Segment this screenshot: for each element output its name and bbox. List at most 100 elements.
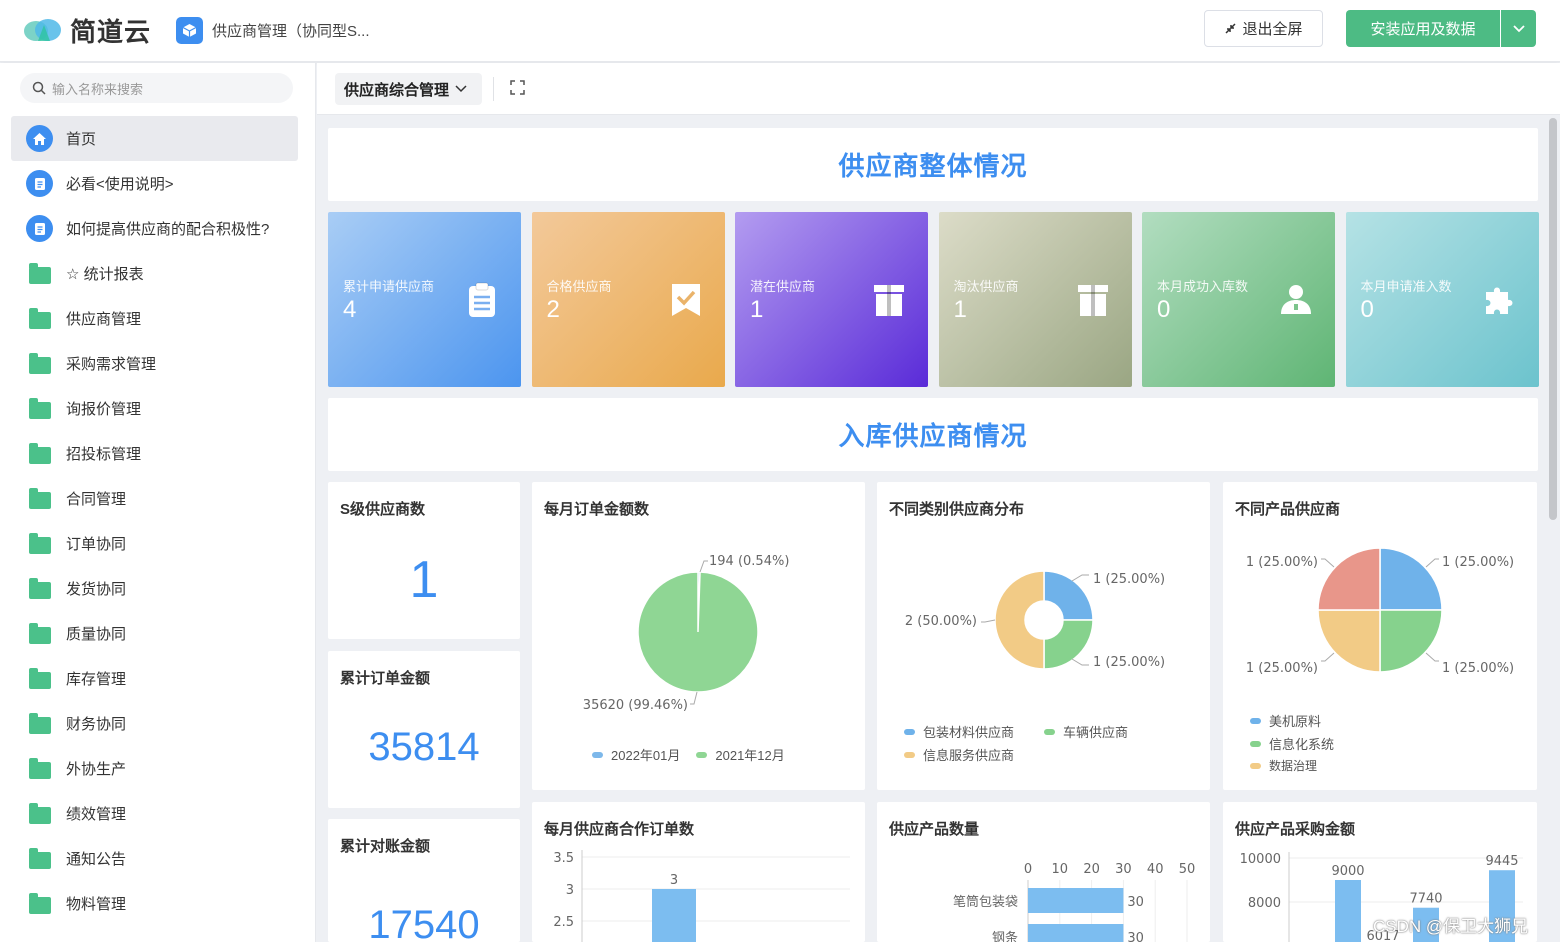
label-leader-line <box>690 691 698 705</box>
label-leader-line <box>1071 658 1089 666</box>
folder-icon <box>26 620 53 647</box>
folder-icon <box>26 350 53 377</box>
bar-value-label: 30 <box>1127 931 1144 942</box>
legend-label: 2022年01月 <box>611 748 681 763</box>
legend-label: 信息服务供应商 <box>923 748 1015 763</box>
stat-card-total-order[interactable]: 累计订单金额 35814 <box>328 651 520 808</box>
kpi-card[interactable]: 本月申请准入数 0 <box>1345 212 1539 387</box>
kpi-value: 0 <box>1157 296 1171 323</box>
x-tick-label: 20 <box>1083 862 1100 877</box>
stat-value: 1 <box>409 551 439 609</box>
content-scrollbar[interactable] <box>1549 118 1557 520</box>
sidebar-item-label: ☆ 统计报表 <box>66 266 144 283</box>
slice-label: 2 (50.00%) <box>905 614 977 629</box>
sidebar-item-label: 首页 <box>66 131 97 148</box>
sidebar-item[interactable]: 供应商管理 <box>11 296 298 341</box>
sidebar-item[interactable]: 询报价管理 <box>11 386 298 431</box>
sidebar-item[interactable]: 订单协同 <box>11 521 298 566</box>
bar-value-label: 9000 <box>1331 864 1364 879</box>
fullscreen-icon[interactable] <box>510 80 525 95</box>
label-leader-line <box>1321 558 1335 568</box>
stat-card-total-reconcile[interactable]: 累计对账金额 17540 <box>328 819 520 942</box>
sidebar-item-label: 物料管理 <box>66 896 127 913</box>
folder-icon <box>26 800 53 827</box>
legend-swatch <box>904 751 915 758</box>
kpi-card[interactable]: 合格供应商 2 <box>531 212 725 387</box>
document-icon <box>26 215 53 242</box>
install-dropdown-button[interactable] <box>1501 10 1536 47</box>
kpi-value: 1 <box>750 296 764 323</box>
bar <box>1028 924 1124 942</box>
sidebar-item-label: 绩效管理 <box>66 806 127 823</box>
folder-icon <box>26 305 53 332</box>
bar-value-label: 3 <box>670 873 678 888</box>
label-leader-line <box>1321 652 1335 662</box>
puzzle-icon <box>1480 280 1520 320</box>
sidebar-item[interactable]: 绩效管理 <box>11 791 298 836</box>
slice-label: 35620 (99.46%) <box>583 698 688 713</box>
chart-legend: 包装材料供应商 车辆供应商 <box>904 722 1128 741</box>
folder-icon <box>26 485 53 512</box>
exit-fullscreen-button[interactable]: 退出全屏 <box>1204 10 1323 47</box>
sidebar-item-label: 通知公告 <box>66 851 127 868</box>
app-title[interactable]: 供应商管理（协同型S... <box>212 20 370 41</box>
legend-label: 2021年12月 <box>715 748 785 763</box>
folder-icon <box>26 440 53 467</box>
chart-card-product-qty[interactable]: 供应产品数量 0 10 20 30 40 50 笔筒包装袋 30 钢条 30 <box>877 802 1210 942</box>
slice-label: 194 (0.54%) <box>709 554 789 569</box>
search-input[interactable]: 输入名称来搜索 <box>20 73 293 103</box>
sidebar-item[interactable]: 发货协同 <box>11 566 298 611</box>
dashboard-select[interactable]: 供应商综合管理 <box>335 73 482 105</box>
sidebar-item[interactable]: 质量协同 <box>11 611 298 656</box>
app-icon <box>176 17 203 44</box>
y-tick-label: 8000 <box>1248 896 1281 911</box>
kpi-card[interactable]: 本月成功入库数 0 <box>1142 212 1335 387</box>
kpi-label: 本月申请准入数 <box>1360 279 1452 294</box>
stat-card-s-level[interactable]: S级供应商数 1 <box>328 482 520 639</box>
gift-icon <box>1073 280 1113 320</box>
chart-card-category-dist[interactable]: 不同类别供应商分布 1 (25.00%) 1 (25.00%) 2 (50.00%)… <box>877 482 1210 790</box>
sidebar-item[interactable]: 如何提高供应商的配合积极性? <box>11 206 298 251</box>
stat-value: 17540 <box>368 903 480 942</box>
x-tick-label: 0 <box>1024 862 1032 877</box>
bar-value-label: 7740 <box>1409 892 1442 907</box>
sidebar-item[interactable]: 通知公告 <box>11 836 298 881</box>
clipboard-icon <box>462 280 502 320</box>
chart-title: 不同产品供应商 <box>1235 501 1341 518</box>
chart-card-monthly-coop[interactable]: 每月供应商合作订单数 3.5 3 2.5 3 <box>532 802 865 942</box>
stat-title: S级供应商数 <box>340 501 426 518</box>
sidebar-item[interactable]: 外协生产 <box>11 746 298 791</box>
sidebar-item-label: 供应商管理 <box>66 311 142 328</box>
sidebar-item-label: 质量协同 <box>66 626 127 643</box>
kpi-card[interactable]: 累计申请供应商 4 <box>328 212 521 387</box>
sidebar-item[interactable]: 首页 <box>11 116 298 161</box>
user-icon <box>1276 280 1316 320</box>
sidebar-item[interactable]: 必看<使用说明> <box>11 161 298 206</box>
sidebar-item-label: 招投标管理 <box>66 446 142 463</box>
kpi-card[interactable]: 淘汰供应商 1 <box>938 212 1132 387</box>
chevron-down-icon <box>455 85 467 93</box>
sidebar-item[interactable]: 合同管理 <box>11 476 298 521</box>
search-placeholder: 输入名称来搜索 <box>52 81 144 97</box>
chart-card-monthly-amount[interactable]: 每月订单金额数 194 (0.54%) 35620 (99.46%) 2022年0… <box>532 482 865 790</box>
sidebar-item[interactable]: 财务协同 <box>11 701 298 746</box>
legend-swatch <box>592 751 603 758</box>
sidebar-item[interactable]: ☆ 统计报表 <box>11 251 298 296</box>
sidebar-item[interactable]: 物料管理 <box>11 881 298 926</box>
kpi-label: 淘汰供应商 <box>953 279 1019 294</box>
kpi-card[interactable]: 潜在供应商 1 <box>735 212 928 387</box>
y-tick-label: 3 <box>566 883 574 898</box>
exit-fullscreen-label: 退出全屏 <box>1242 21 1303 38</box>
folder-icon <box>26 845 53 872</box>
folder-icon <box>26 710 53 737</box>
chart-title: 每月订单金额数 <box>544 501 650 518</box>
sidebar-item[interactable]: 招投标管理 <box>11 431 298 476</box>
install-app-button[interactable]: 安装应用及数据 <box>1346 10 1500 47</box>
sidebar-item[interactable]: 采购需求管理 <box>11 341 298 386</box>
brand-logo[interactable]: 简道云 <box>22 12 151 48</box>
chart-legend: 美机原料 <box>1250 711 1321 730</box>
chart-card-product-supplier[interactable]: 不同产品供应商 1 (25.00%) 1 (25.00%) 1 (25.00%) 1 … <box>1223 482 1537 790</box>
pie-slice <box>637 571 759 693</box>
sidebar-item[interactable]: 库存管理 <box>11 656 298 701</box>
sidebar-item-label: 采购需求管理 <box>66 356 157 373</box>
